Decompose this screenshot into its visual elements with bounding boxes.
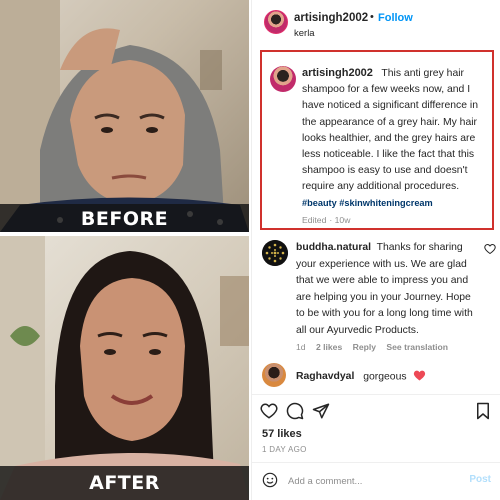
before-caption-bar: BEFORE: [0, 204, 249, 232]
after-portrait-illustration: [0, 236, 249, 500]
caption-edited-meta: Edited · 10w: [302, 215, 350, 225]
reply-avatar[interactable]: [262, 240, 288, 266]
before-portrait-illustration: [0, 0, 249, 232]
emoji-icon[interactable]: [262, 472, 278, 493]
reply-text-block: buddha.natural Thanks for sharing your e…: [296, 240, 474, 340]
caption-username[interactable]: artisingh2002: [302, 67, 373, 79]
caption-text: This anti grey hair shampoo for a few we…: [302, 68, 478, 193]
action-bar: [252, 400, 500, 426]
follow-button[interactable]: Follow: [378, 12, 413, 24]
after-caption-bar: AFTER: [0, 466, 249, 500]
logo-pattern-icon: [262, 240, 288, 266]
likes-count[interactable]: 57 likes: [262, 428, 302, 440]
after-photo: AFTER: [0, 236, 249, 500]
comment-raghavdyal: Raghavdyal gorgeous: [260, 363, 494, 389]
heart-outline-icon[interactable]: [484, 242, 496, 260]
reply-button[interactable]: Reply: [353, 342, 376, 352]
before-after-image: BEFORE AFTER: [0, 0, 249, 500]
caption-avatar[interactable]: [270, 66, 296, 92]
after-label: AFTER: [89, 472, 160, 494]
location-link[interactable]: kerla: [294, 28, 315, 39]
edited-dot: ·: [329, 215, 333, 225]
divider: [252, 462, 500, 463]
reply-time: 1d: [296, 342, 306, 352]
add-comment-input[interactable]: [288, 473, 458, 489]
caption-highlight-box: artisingh2002 This anti grey hair shampo…: [260, 50, 494, 230]
caption-text-block: artisingh2002 This anti grey hair shampo…: [302, 65, 488, 196]
header-dot: •: [370, 11, 374, 23]
comment2-avatar[interactable]: [262, 363, 286, 387]
caption-hashtags[interactable]: #beauty #skinwhiteningcream: [302, 198, 433, 208]
header-username[interactable]: artisingh2002: [294, 12, 368, 24]
reply-text: Thanks for sharing your experience with …: [296, 242, 473, 336]
caption-time: 10w: [334, 215, 351, 225]
post-button[interactable]: Post: [469, 474, 491, 485]
reply-meta: 1d 2 likes Reply See translation: [296, 342, 496, 352]
comment2-text: gorgeous: [363, 371, 407, 383]
divider: [252, 394, 500, 395]
post-date: 1 DAY AGO: [262, 445, 307, 454]
post-header: artisingh2002 • Follow kerla: [252, 0, 500, 44]
share-icon[interactable]: [312, 402, 330, 425]
reply-username[interactable]: buddha.natural: [296, 242, 371, 253]
bookmark-icon[interactable]: [475, 402, 491, 425]
see-translation-button[interactable]: See translation: [386, 342, 448, 352]
reply-likes[interactable]: 2 likes: [316, 342, 342, 352]
avatar[interactable]: [264, 10, 288, 34]
post-panel: artisingh2002 • Follow kerla artisingh20…: [251, 0, 500, 500]
red-heart-icon: [413, 369, 426, 384]
before-label: BEFORE: [80, 208, 169, 230]
comment2-username[interactable]: Raghavdyal: [296, 371, 354, 382]
comment-icon[interactable]: [286, 402, 304, 425]
before-photo: BEFORE: [0, 0, 249, 232]
add-comment-row: Post: [252, 468, 500, 494]
comment2-text-block: Raghavdyal gorgeous: [296, 369, 426, 384]
heart-icon[interactable]: [260, 402, 278, 425]
edited-label: Edited: [302, 215, 327, 225]
